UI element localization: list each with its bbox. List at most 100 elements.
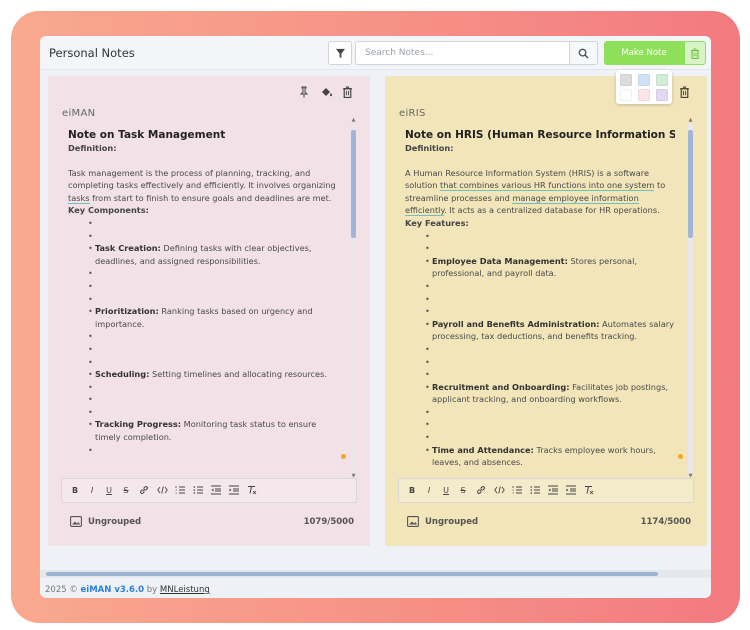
delete-note-button[interactable] <box>679 86 693 100</box>
header-bar: Personal Notes Make Note <box>40 36 711 70</box>
scroll-thumb[interactable] <box>688 130 693 238</box>
list-item <box>88 444 338 457</box>
bold-button[interactable]: B <box>69 485 81 497</box>
ordered-list-button[interactable] <box>174 485 186 495</box>
image-group-icon <box>407 516 419 527</box>
swatch-purple[interactable] <box>656 89 668 101</box>
ordered-list-button[interactable] <box>511 485 523 495</box>
definition-text: A Human Resource Information System (HRI… <box>405 167 666 217</box>
link-icon <box>140 486 148 494</box>
definition-label: Definition: <box>68 143 117 153</box>
note-card[interactable]: eiRIS Note on HRIS (Human Resource Infor… <box>385 76 707 546</box>
swatch-white[interactable] <box>620 89 632 101</box>
swatch-green[interactable] <box>656 74 668 86</box>
key-components-label: Key Components: <box>68 205 149 216</box>
note-scrollbar[interactable]: ▲ ▼ <box>351 118 356 479</box>
status-dot <box>341 454 346 459</box>
underline-button[interactable]: U <box>440 485 452 497</box>
strike-button[interactable]: S <box>120 485 132 497</box>
paint-bucket-icon <box>322 88 332 97</box>
search-input[interactable] <box>355 41 569 65</box>
search-icon <box>578 48 589 59</box>
copyright-year: 2025 © <box>45 585 78 595</box>
list-item <box>88 356 338 369</box>
list-item <box>425 280 675 293</box>
code-icon <box>156 486 168 494</box>
list-item <box>425 406 675 419</box>
outdent-button[interactable] <box>210 485 222 495</box>
note-content[interactable]: Note on Task Management Definition: Task… <box>68 128 338 512</box>
make-note-button[interactable]: Make Note <box>604 41 684 65</box>
list-item <box>88 280 338 293</box>
scroll-up-arrow[interactable]: ▲ <box>688 118 693 123</box>
bullet-list-icon <box>193 486 203 494</box>
swatch-gray[interactable] <box>620 74 632 86</box>
link-button[interactable] <box>138 485 150 495</box>
swatch-pink[interactable] <box>638 89 650 101</box>
image-group-icon <box>70 516 82 527</box>
features-list: Employee Data Management: Stores persona… <box>405 230 675 469</box>
group-label[interactable]: Ungrouped <box>70 516 141 527</box>
indent-button[interactable] <box>228 485 240 495</box>
note-content[interactable]: Note on HRIS (Human Resource Information… <box>405 128 675 512</box>
italic-button[interactable]: I <box>86 485 98 497</box>
filter-button[interactable] <box>328 41 352 65</box>
grammar-underline: that combines various HR functions into … <box>440 180 655 192</box>
brand-version: eiMAN v3.6.0 <box>80 585 145 595</box>
note-scrollbar[interactable]: ▲ ▼ <box>688 118 693 479</box>
char-count: 1079/5000 <box>303 517 354 527</box>
color-button[interactable] <box>320 86 334 100</box>
ordered-list-icon <box>175 486 185 494</box>
trash-icon <box>343 86 352 98</box>
note-title: Note on Task Management <box>68 129 226 141</box>
code-button[interactable] <box>493 485 505 495</box>
list-item: Task Creation: Defining tasks with clear… <box>88 242 338 267</box>
list-item <box>88 293 338 306</box>
delete-note-button[interactable] <box>342 86 356 100</box>
code-button[interactable] <box>156 485 168 495</box>
trash-icon <box>680 86 689 98</box>
bullet-list-button[interactable] <box>529 485 541 495</box>
scroll-thumb[interactable] <box>351 130 356 238</box>
pin-button[interactable] <box>298 86 312 100</box>
search-button[interactable] <box>569 41 598 65</box>
indent-button[interactable] <box>565 485 577 495</box>
underline-button[interactable]: U <box>103 485 115 497</box>
link-icon <box>477 486 485 494</box>
list-item: Tracking Progress: Monitoring task statu… <box>88 418 338 443</box>
strike-button[interactable]: S <box>457 485 469 497</box>
scroll-thumb[interactable] <box>46 572 658 576</box>
list-item <box>88 230 338 243</box>
list-item <box>425 230 675 243</box>
delete-all-button[interactable] <box>684 41 706 65</box>
list-item: Employee Data Management: Stores persona… <box>425 255 675 280</box>
clear-format-icon <box>248 486 257 495</box>
grammar-underline: tasks <box>68 192 90 204</box>
outdent-button[interactable] <box>547 485 559 495</box>
list-item <box>88 406 338 419</box>
link-button[interactable] <box>475 485 487 495</box>
horizontal-scrollbar[interactable] <box>40 570 711 578</box>
trash-icon <box>691 48 699 59</box>
list-item: Scheduling: Setting timelines and alloca… <box>88 368 338 381</box>
list-item: Prioritization: Ranking tasks based on u… <box>88 305 338 330</box>
indent-icon <box>566 485 576 495</box>
note-card[interactable]: eiMAN Note on Task Management Definition… <box>48 76 370 546</box>
italic-button[interactable]: I <box>423 485 435 497</box>
list-item <box>88 393 338 406</box>
outdent-icon <box>548 485 558 495</box>
bullet-list-button[interactable] <box>192 485 204 495</box>
clear-format-button[interactable] <box>246 485 258 495</box>
app-screen: Personal Notes Make Note eiMAN Note <box>40 36 711 598</box>
bold-button[interactable]: B <box>406 485 418 497</box>
list-item <box>425 418 675 431</box>
clear-format-button[interactable] <box>583 485 595 495</box>
credit-link[interactable]: MNLeistung <box>160 585 210 595</box>
group-label[interactable]: Ungrouped <box>407 516 478 527</box>
swatch-blue[interactable] <box>638 74 650 86</box>
scroll-up-arrow[interactable]: ▲ <box>351 118 356 123</box>
list-item <box>88 381 338 394</box>
list-item: Payroll and Benefits Administration: Aut… <box>425 318 675 343</box>
card-tools <box>298 86 362 100</box>
note-title: Note on HRIS (Human Resource Information… <box>405 129 675 141</box>
